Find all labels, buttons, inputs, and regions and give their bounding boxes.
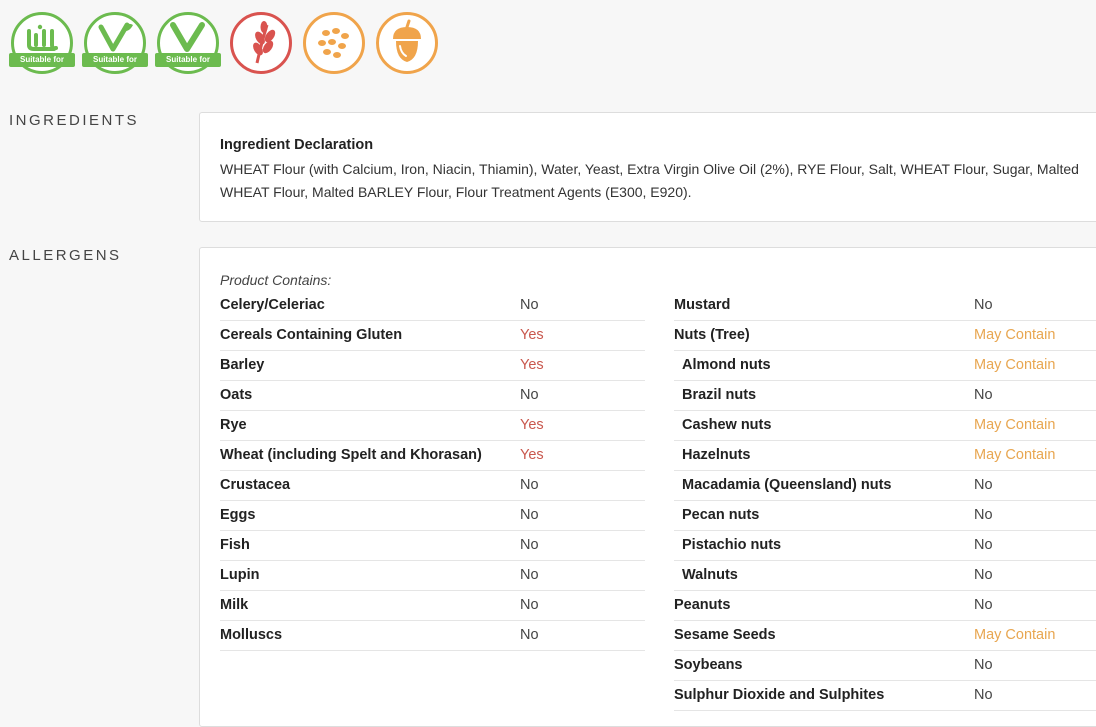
allergen-name: Pecan nuts (682, 507, 760, 523)
allergen-status: No (974, 477, 993, 493)
allergen-status: Yes (520, 447, 544, 463)
allergen-name: Macadamia (Queensland) nuts (682, 477, 892, 493)
allergen-row: Barley Yes (220, 351, 645, 381)
vegan-badge: Suitable for (155, 12, 221, 74)
allergen-row: Rye Yes (220, 411, 645, 441)
allergen-status: May Contain (974, 357, 1056, 373)
allergen-status: Yes (520, 327, 544, 343)
allergen-status: No (520, 597, 539, 613)
allergen-row: Fish No (220, 531, 645, 561)
allergen-name: Lupin (220, 567, 260, 583)
allergen-column-left: Celery/Celeriac No Cereals Containing Glut… (220, 291, 645, 651)
allergen-status: No (974, 537, 993, 553)
allergen-row: Macadamia (Queensland) nuts No (674, 471, 1096, 501)
allergen-name: Sesame Seeds (674, 627, 776, 643)
allergen-row: Crustacea No (220, 471, 645, 501)
allergen-status: No (974, 687, 993, 703)
allergen-status: Yes (520, 357, 544, 373)
allergen-row: Sulphur Dioxide and Sulphites No (674, 681, 1096, 711)
allergen-name: Barley (220, 357, 265, 373)
allergen-row: Wheat (including Spelt and Khorasan) Yes (220, 441, 645, 471)
allergen-name: Cereals Containing Gluten (220, 327, 403, 343)
allergen-status: No (974, 297, 993, 313)
allergen-row: Sesame Seeds May Contain (674, 621, 1096, 651)
allergen-status: No (520, 567, 539, 583)
allergen-status: No (520, 387, 539, 403)
allergen-row: Milk No (220, 591, 645, 621)
allergen-name: Fish (220, 537, 250, 553)
allergen-row: Celery/Celeriac No (220, 291, 645, 321)
sesame-badge (303, 12, 365, 74)
allergen-name: Crustacea (220, 477, 291, 493)
allergen-status: No (520, 537, 539, 553)
allergen-row: Molluscs No (220, 621, 645, 651)
ingredient-declaration-title: Ingredient Declaration (220, 137, 374, 153)
allergen-row: Soybeans No (674, 651, 1096, 681)
vegetarian-badge: Suitable for (82, 12, 148, 74)
allergen-status: Yes (520, 417, 544, 433)
gluten-wheat-icon (253, 21, 276, 64)
allergen-status: No (974, 657, 993, 673)
allergen-name: Nuts (Tree) (674, 327, 750, 343)
allergen-name: Cashew nuts (682, 417, 772, 433)
allergens-panel: Product Contains: Celery/Celeriac No Cerea… (199, 247, 1096, 727)
allergen-name: Hazelnuts (682, 447, 751, 463)
allergen-name: Sulphur Dioxide and Sulphites (674, 687, 885, 703)
allergen-name: Brazil nuts (682, 387, 757, 403)
allergen-name: Almond nuts (682, 357, 771, 373)
allergen-name: Mustard (674, 297, 731, 313)
allergen-row: Pistachio nuts No (674, 531, 1096, 561)
allergen-row: Pecan nuts No (674, 501, 1096, 531)
allergen-status: No (520, 627, 539, 643)
allergen-row: Peanuts No (674, 591, 1096, 621)
allergen-row: Brazil nuts No (674, 381, 1096, 411)
badge-ribbon: Suitable for (155, 53, 221, 67)
product-contains-label: Product Contains: (220, 272, 332, 288)
allergen-name: Eggs (220, 507, 256, 523)
ingredients-section-label: INGREDIENTS (9, 112, 140, 129)
tree-nut-badge (376, 12, 438, 74)
allergens-section-label: ALLERGENS (9, 247, 122, 264)
allergen-row: Nuts (Tree) May Contain (674, 321, 1096, 351)
allergen-row: Cashew nuts May Contain (674, 411, 1096, 441)
allergen-status: May Contain (974, 447, 1056, 463)
allergen-status: No (974, 567, 993, 583)
allergen-name: Celery/Celeriac (220, 297, 325, 313)
allergen-row: Oats No (220, 381, 645, 411)
allergen-status: No (520, 507, 539, 523)
allergen-name: Pistachio nuts (682, 537, 782, 553)
allergen-column-right: Mustard No Nuts (Tree) May Contain Almond nu… (674, 291, 1096, 711)
allergen-row: Cereals Containing Gluten Yes (220, 321, 645, 351)
allergen-row: Walnuts No (674, 561, 1096, 591)
ingredient-declaration-text: WHEAT Flour (with Calcium, Iron, Niacin,… (220, 161, 1079, 200)
allergen-status: May Contain (974, 327, 1056, 343)
allergen-name: Milk (220, 597, 249, 613)
allergen-status: No (974, 597, 993, 613)
tree-nut-acorn-icon (393, 19, 421, 62)
allergen-name: Walnuts (682, 567, 738, 583)
allergen-status: May Contain (974, 627, 1056, 643)
allergen-row: Eggs No (220, 501, 645, 531)
allergen-row: Lupin No (220, 561, 645, 591)
allergen-name: Wheat (including Spelt and Khorasan) (220, 447, 482, 463)
allergen-status: No (974, 387, 993, 403)
allergen-name: Rye (220, 417, 247, 433)
allergen-name: Oats (220, 387, 253, 403)
allergen-name: Peanuts (674, 597, 731, 613)
badge-ribbon: Suitable for (82, 53, 148, 67)
allergen-name: Molluscs (220, 627, 283, 643)
allergen-status: May Contain (974, 417, 1056, 433)
allergen-row: Mustard No (674, 291, 1096, 321)
allergen-status: No (520, 477, 539, 493)
allergen-status: No (520, 297, 539, 313)
allergen-row: Hazelnuts May Contain (674, 441, 1096, 471)
allergen-status: No (974, 507, 993, 523)
ingredients-panel: Ingredient Declaration WHEAT Flour (with… (199, 112, 1096, 222)
sesame-seeds-icon (318, 28, 349, 58)
badge-ribbon: Suitable for (9, 53, 75, 67)
gluten-badge (230, 12, 292, 74)
halal-badge: Suitable for (9, 12, 75, 74)
allergen-name: Soybeans (674, 657, 743, 673)
allergen-row: Almond nuts May Contain (674, 351, 1096, 381)
